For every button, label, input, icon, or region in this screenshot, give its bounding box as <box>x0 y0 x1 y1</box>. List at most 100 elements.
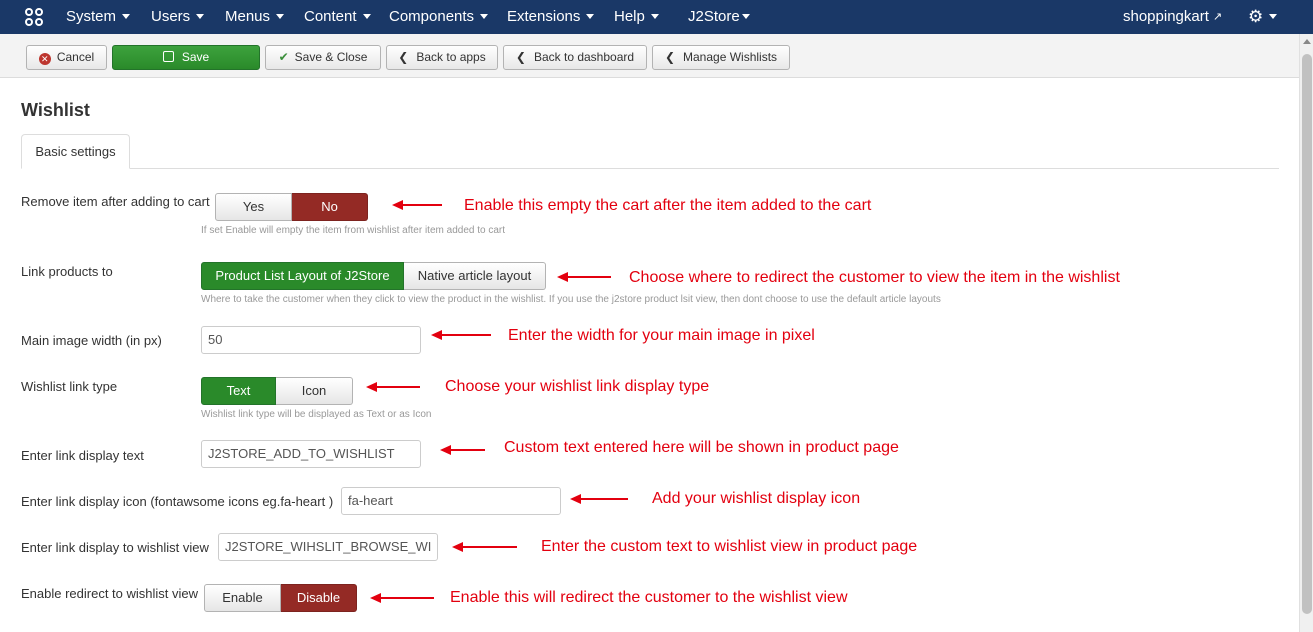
main-image-width-input[interactable]: 50 <box>201 326 421 354</box>
arrow-left-icon <box>570 494 628 504</box>
site-link-label: shoppingkart <box>1123 8 1209 25</box>
nav-menu-system[interactable]: System <box>66 0 131 34</box>
chevron-left-icon: ❮ <box>664 50 676 64</box>
nav-menu-label: Components <box>389 8 475 25</box>
scroll-up-arrow-icon[interactable] <box>1303 39 1311 44</box>
redirect-disable-button[interactable]: Disable <box>281 584 357 612</box>
arrow-left-icon <box>440 445 485 455</box>
annotation-note: Enable this empty the cart after the ite… <box>464 197 872 214</box>
arrow-left-icon <box>366 382 420 392</box>
nav-menu-label: Content <box>304 8 357 25</box>
remove-item-yes-button[interactable]: Yes <box>215 193 292 221</box>
nav-menu-label: Extensions <box>507 8 581 25</box>
nav-menu-label: System <box>66 8 117 25</box>
manage-wishlists-label: Manage Wishlists <box>683 50 778 64</box>
save-button[interactable]: Save <box>112 45 260 70</box>
link-view-label: Enter link display to wishlist view <box>21 540 209 555</box>
link-text-input[interactable]: J2STORE_ADD_TO_WISHLIST <box>201 440 421 468</box>
remove-item-toggle: Yes No <box>215 193 368 221</box>
vertical-scrollbar[interactable] <box>1299 34 1313 632</box>
remove-item-help: If set Enable will empty the item from w… <box>201 225 506 236</box>
native-article-layout-button[interactable]: Native article layout <box>404 262 546 290</box>
caret-down-icon <box>196 13 205 19</box>
chevron-left-icon: ❮ <box>398 50 409 64</box>
annotation-note: Enter the width for your main image in p… <box>508 327 815 344</box>
back-to-dashboard-label: Back to dashboard <box>533 50 635 64</box>
main-image-width-label: Main image width (in px) <box>21 333 162 348</box>
caret-down-icon <box>650 13 659 19</box>
link-type-text-button[interactable]: Text <box>201 377 276 405</box>
nav-menu-label: Help <box>614 8 645 25</box>
joomla-logo-icon[interactable] <box>24 7 44 27</box>
nav-menu-help[interactable]: Help <box>614 0 659 34</box>
cancel-button[interactable]: ✕ Cancel <box>26 45 107 70</box>
tab-divider <box>21 168 1279 169</box>
link-icon-label: Enter link display icon (fontawsome icon… <box>21 494 334 509</box>
save-close-button[interactable]: ✔ Save & Close <box>265 45 381 70</box>
caret-down-icon <box>362 13 371 19</box>
manage-wishlists-button[interactable]: ❮ Manage Wishlists <box>652 45 790 70</box>
nav-menu-j2store[interactable]: J2Store <box>688 0 750 34</box>
save-label: Save <box>181 50 210 64</box>
settings-menu[interactable]: ⚙ <box>1248 0 1278 34</box>
nav-menu-label: Menus <box>225 8 271 25</box>
redirect-toggle: Enable Disable <box>204 584 357 612</box>
top-navbar: System Users Menus Content Components Ex… <box>0 0 1313 34</box>
nav-menu-content[interactable]: Content <box>304 0 371 34</box>
remove-item-no-button[interactable]: No <box>292 193 368 221</box>
redirect-enable-button[interactable]: Enable <box>204 584 281 612</box>
tab-basic-settings[interactable]: Basic settings <box>21 134 130 169</box>
back-to-dashboard-button[interactable]: ❮ Back to dashboard <box>503 45 647 70</box>
chevron-left-icon: ❮ <box>515 50 526 64</box>
caret-down-icon <box>480 13 489 19</box>
link-type-icon-button[interactable]: Icon <box>276 377 353 405</box>
link-products-label: Link products to <box>21 264 113 279</box>
annotation-note: Enable this will redirect the customer t… <box>450 589 848 606</box>
back-to-apps-button[interactable]: ❮ Back to apps <box>386 45 498 70</box>
annotation-note: Add your wishlist display icon <box>652 490 861 507</box>
remove-item-label: Remove item after adding to cart <box>21 194 210 209</box>
link-icon-input[interactable]: fa-heart <box>341 487 561 515</box>
check-icon: ✔ <box>278 50 289 64</box>
annotation-note: Choose your wishlist link display type <box>445 378 710 395</box>
gear-icon: ⚙ <box>1248 7 1264 26</box>
link-type-toggle: Text Icon <box>201 377 353 405</box>
site-link[interactable]: shoppingkart ↗ <box>1123 0 1222 34</box>
nav-menu-users[interactable]: Users <box>151 0 205 34</box>
annotation-note: Custom text entered here will be shown i… <box>504 439 899 456</box>
cancel-icon: ✕ <box>38 53 51 65</box>
annotation-note: Enter the custom text to wishlist view i… <box>541 538 918 555</box>
link-view-input[interactable]: J2STORE_WIHSLIT_BROWSE_WI <box>218 533 438 561</box>
caret-down-icon <box>122 13 131 19</box>
page-title: Wishlist <box>21 100 90 120</box>
link-products-help: Where to take the customer when they cli… <box>201 294 941 305</box>
link-type-label: Wishlist link type <box>21 379 118 394</box>
arrow-left-icon <box>557 272 611 282</box>
nav-menu-components[interactable]: Components <box>389 0 489 34</box>
arrow-left-icon <box>370 593 434 603</box>
save-close-label: Save & Close <box>294 50 368 64</box>
cancel-label: Cancel <box>56 50 95 64</box>
caret-down-icon <box>741 13 750 19</box>
redirect-label: Enable redirect to wishlist view <box>21 586 199 601</box>
nav-menu-label: Users <box>151 8 191 25</box>
arrow-left-icon <box>431 330 491 340</box>
arrow-left-icon <box>392 200 442 210</box>
caret-down-icon <box>586 13 595 19</box>
nav-menu-extensions[interactable]: Extensions <box>507 0 595 34</box>
external-link-icon: ↗ <box>1212 11 1223 23</box>
link-type-help: Wishlist link type will be displayed as … <box>201 409 432 420</box>
caret-down-icon <box>1269 14 1278 20</box>
toolbar: ✕ Cancel Save ✔ Save & Close ❮ Back to apps… <box>0 34 1299 78</box>
annotation-note: Choose where to redirect the customer to… <box>629 269 1120 286</box>
nav-menu-menus[interactable]: Menus <box>225 0 285 34</box>
arrow-left-icon <box>452 542 517 552</box>
product-list-layout-button[interactable]: Product List Layout of J2Store <box>201 262 404 290</box>
back-to-apps-label: Back to apps <box>416 50 486 64</box>
link-text-label: Enter link display text <box>21 448 144 463</box>
caret-down-icon <box>276 13 285 19</box>
scrollbar-thumb[interactable] <box>1302 54 1312 614</box>
edit-icon <box>162 51 174 62</box>
nav-menu-label: J2Store <box>688 8 740 25</box>
link-products-toggle: Product List Layout of J2Store Native ar… <box>201 262 546 290</box>
